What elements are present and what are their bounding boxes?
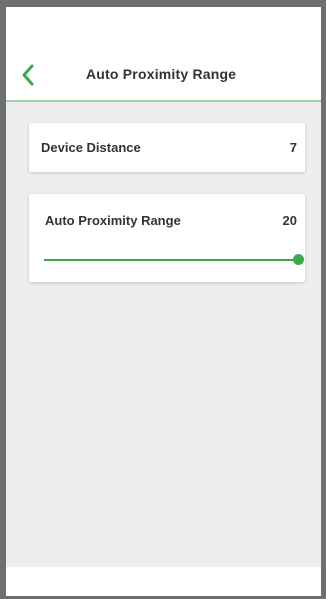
slider-fill (44, 259, 299, 261)
device-distance-card[interactable]: Device Distance 7 (29, 123, 305, 172)
page-title: Auto Proximity Range (86, 66, 237, 82)
bottom-bar (6, 567, 321, 596)
settings-content: Device Distance 7 Auto Proximity Range 2… (6, 102, 321, 567)
back-button[interactable] (18, 61, 40, 89)
device-distance-value: 7 (289, 140, 297, 155)
device-distance-label: Device Distance (41, 140, 141, 155)
app-header: Auto Proximity Range (6, 7, 321, 102)
chevron-left-icon (22, 64, 34, 86)
auto-proximity-range-card: Auto Proximity Range 20 (29, 194, 305, 282)
auto-proximity-range-label: Auto Proximity Range (45, 213, 181, 228)
slider-thumb[interactable] (293, 254, 304, 265)
auto-proximity-range-slider[interactable] (44, 254, 304, 266)
auto-proximity-range-value: 20 (282, 213, 297, 228)
device-frame: Auto Proximity Range Device Distance 7 A… (0, 0, 326, 599)
